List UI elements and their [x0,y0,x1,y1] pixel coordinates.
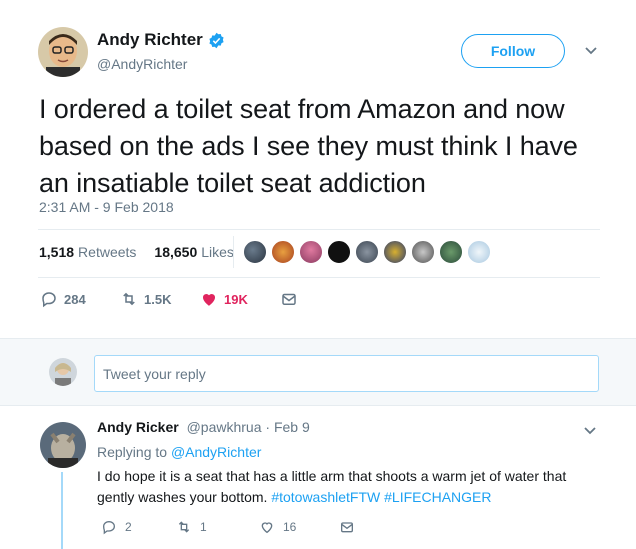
verified-badge-icon [209,32,224,48]
liker-avatars [243,240,495,264]
author-avatar[interactable] [38,27,88,77]
direct-message-button[interactable] [339,519,355,535]
replying-to-link[interactable]: @AndyRichter [171,444,261,460]
reply-actions: 2 1 16 [97,519,397,537]
liker-avatar[interactable] [299,240,323,264]
author-name-text[interactable]: Andy Richter [97,30,203,50]
direct-message-button[interactable] [280,290,298,308]
liker-avatar[interactable] [439,240,463,264]
divider [38,277,600,278]
reply-tweet: Andy Ricker @pawkhrua · Feb 9 Replying t… [0,406,636,549]
reply-icon [42,292,56,308]
reply-icon [102,520,116,535]
stats-separator [233,236,234,268]
like-count: 19K [224,291,248,307]
liker-avatar[interactable] [467,240,491,264]
reply-author-name[interactable]: Andy Ricker [97,419,179,435]
tweet-timestamp[interactable]: 2:31 AM - 9 Feb 2018 [39,199,174,215]
hashtag-link[interactable]: #LIFECHANGER [384,489,491,505]
replying-to: Replying to @AndyRichter [97,444,261,460]
divider [38,229,600,230]
retweet-button[interactable]: 1 [176,519,207,535]
follow-button[interactable]: Follow [461,34,565,68]
reply-header: Andy Ricker @pawkhrua · Feb 9 [97,419,310,435]
liker-avatar[interactable] [383,240,407,264]
main-tweet: Andy Richter @AndyRichter Follow I order… [0,0,636,338]
thread-line [61,472,63,549]
retweet-count: 1 [200,520,207,534]
liker-avatar[interactable] [243,240,267,264]
reply-date[interactable]: · Feb 9 [265,419,309,435]
retweet-count: 1.5K [144,291,172,307]
chevron-down-icon[interactable] [583,42,599,58]
reply-count: 284 [64,291,86,307]
like-button[interactable]: 16 [259,519,296,535]
like-button[interactable]: 19K [200,290,248,308]
liker-avatar[interactable] [271,240,295,264]
likes-stat[interactable]: 18,650 Likes [154,244,234,260]
liker-avatar[interactable] [327,240,351,264]
chevron-down-icon[interactable] [582,422,598,438]
author-handle[interactable]: @AndyRichter [97,56,187,72]
envelope-icon [282,293,296,305]
reply-text: I do hope it is a seat that has a little… [97,466,597,508]
like-count: 16 [283,520,297,534]
retweet-icon [123,292,135,306]
reply-author-avatar[interactable] [40,422,86,468]
reply-input[interactable]: Tweet your reply [94,355,599,392]
reply-button[interactable]: 2 [101,519,132,535]
reply-button[interactable]: 284 [40,290,86,308]
retweet-icon [178,521,190,533]
liker-avatar[interactable] [411,240,435,264]
reply-composer: Tweet your reply [0,338,636,406]
author-name[interactable]: Andy Richter [97,30,225,50]
tweet-stats: 1,518 Retweets 18,650 Likes [39,244,234,260]
envelope-icon [341,522,353,533]
reply-author-handle[interactable]: @pawkhrua [187,419,262,435]
hashtag-link[interactable]: #totowashletFTW [271,489,380,505]
tweet-text: I ordered a toilet seat from Amazon and … [39,94,578,198]
replying-to-label: Replying to [97,444,168,460]
retweets-stat[interactable]: 1,518 Retweets [39,244,136,260]
tweet-actions: 284 1.5K 19K [40,290,340,310]
retweet-button[interactable]: 1.5K [120,290,171,308]
heart-icon [261,522,273,534]
reply-count: 2 [125,520,132,534]
current-user-avatar[interactable] [49,358,77,386]
heart-icon [202,293,216,306]
liker-avatar[interactable] [355,240,379,264]
